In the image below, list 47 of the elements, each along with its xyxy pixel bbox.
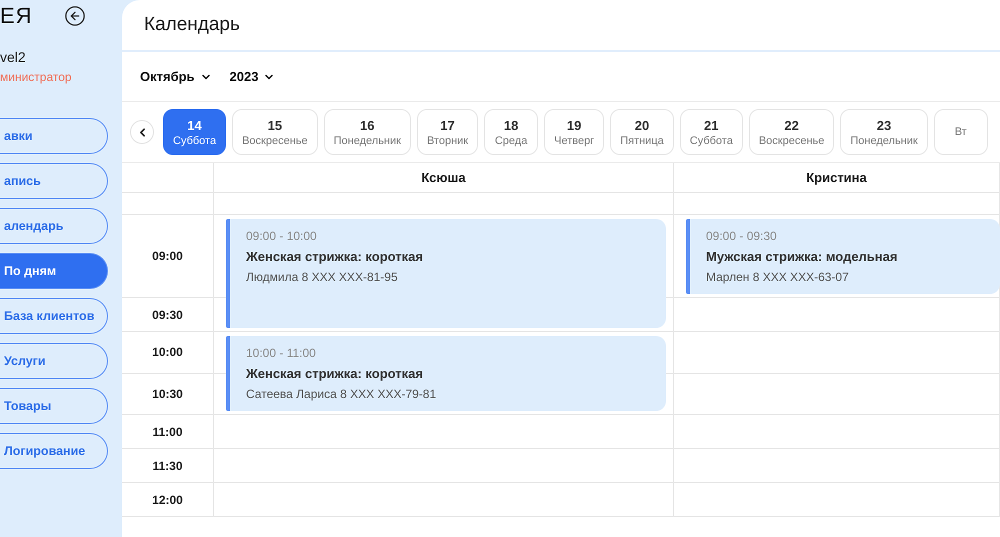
time-label: 10:00 — [122, 332, 214, 374]
time-label: 11:30 — [122, 449, 214, 483]
time-label: 12:00 — [122, 483, 214, 517]
date-tab[interactable]: 19 Четверг — [544, 109, 604, 155]
appointment-card[interactable]: 10:00 - 11:00 Женская стрижка: короткая Сатеева Лариса 8 XXX XXX-79-81 — [226, 336, 666, 411]
nav-item[interactable]: авки — [0, 118, 108, 154]
user-role: министратор — [0, 70, 73, 84]
date-tab[interactable]: 22 Воскресенье — [748, 109, 834, 155]
appointment-time: 09:00 - 10:00 — [246, 229, 318, 243]
nav-item[interactable]: По дням — [0, 253, 108, 289]
client-info: Людмила 8 XXX XXX-81-95 — [246, 270, 399, 284]
appointment-card[interactable]: 09:00 - 10:00 Женская стрижка: короткая Людмила 8 XXX XXX-81-95 — [226, 219, 666, 328]
nav-item[interactable]: апись — [0, 163, 108, 199]
page-title: Календарь — [144, 14, 240, 36]
appointment-time: 09:00 - 09:30 — [706, 229, 778, 243]
time-label: 09:00 — [122, 215, 214, 298]
date-tab[interactable]: 18 Среда — [484, 109, 538, 155]
date-tab[interactable]: 17 Вторник — [416, 109, 478, 155]
client-info: Сатеева Лариса 8 XXX XXX-79-81 — [246, 387, 438, 401]
date-tab[interactable]: Вт — [934, 109, 988, 155]
user-name: vel2 — [0, 49, 27, 65]
nav-item[interactable]: алендарь — [0, 208, 108, 244]
client-info: Марлен 8 XXX XXX-63-07 — [706, 270, 850, 284]
date-tab[interactable]: 23 Понедельник — [840, 109, 928, 155]
date-tab[interactable]: 14 Суббота — [163, 109, 226, 155]
staff-name: Кристина — [674, 163, 1000, 193]
time-label: 11:00 — [122, 415, 214, 449]
nav-item[interactable]: Товары — [0, 388, 108, 424]
previous-button[interactable] — [130, 120, 154, 144]
appointment-card[interactable]: 09:00 - 09:30 Мужская стрижка: модельная Марлен 8 XXX XXX-63-07 — [686, 219, 1000, 294]
logo-text: ЕЯ — [0, 3, 33, 29]
service-name: Женская стрижка: короткая — [246, 366, 424, 381]
date-tab[interactable]: 16 Понедельник — [324, 109, 411, 155]
service-name: Мужская стрижка: модельная — [706, 249, 898, 264]
date-tab[interactable]: 20 Пятница — [610, 109, 674, 155]
month-dropdown[interactable]: Октябрь — [136, 67, 216, 86]
time-label: 09:30 — [122, 298, 214, 332]
nav-item[interactable]: База клиентов — [0, 298, 108, 334]
appointment-time: 10:00 - 11:00 — [246, 346, 317, 360]
staff-name: Ксюша — [214, 163, 674, 193]
nav-item[interactable]: Услуги — [0, 343, 108, 379]
service-name: Женская стрижка: короткая — [246, 249, 424, 264]
nav-item[interactable]: Логирование — [0, 433, 108, 469]
time-label: 10:30 — [122, 374, 214, 415]
year-dropdown[interactable]: 2023 — [226, 67, 280, 86]
date-tab[interactable]: 15 Воскресенье — [232, 109, 318, 155]
date-tab[interactable]: 21 Суббота — [680, 109, 743, 155]
